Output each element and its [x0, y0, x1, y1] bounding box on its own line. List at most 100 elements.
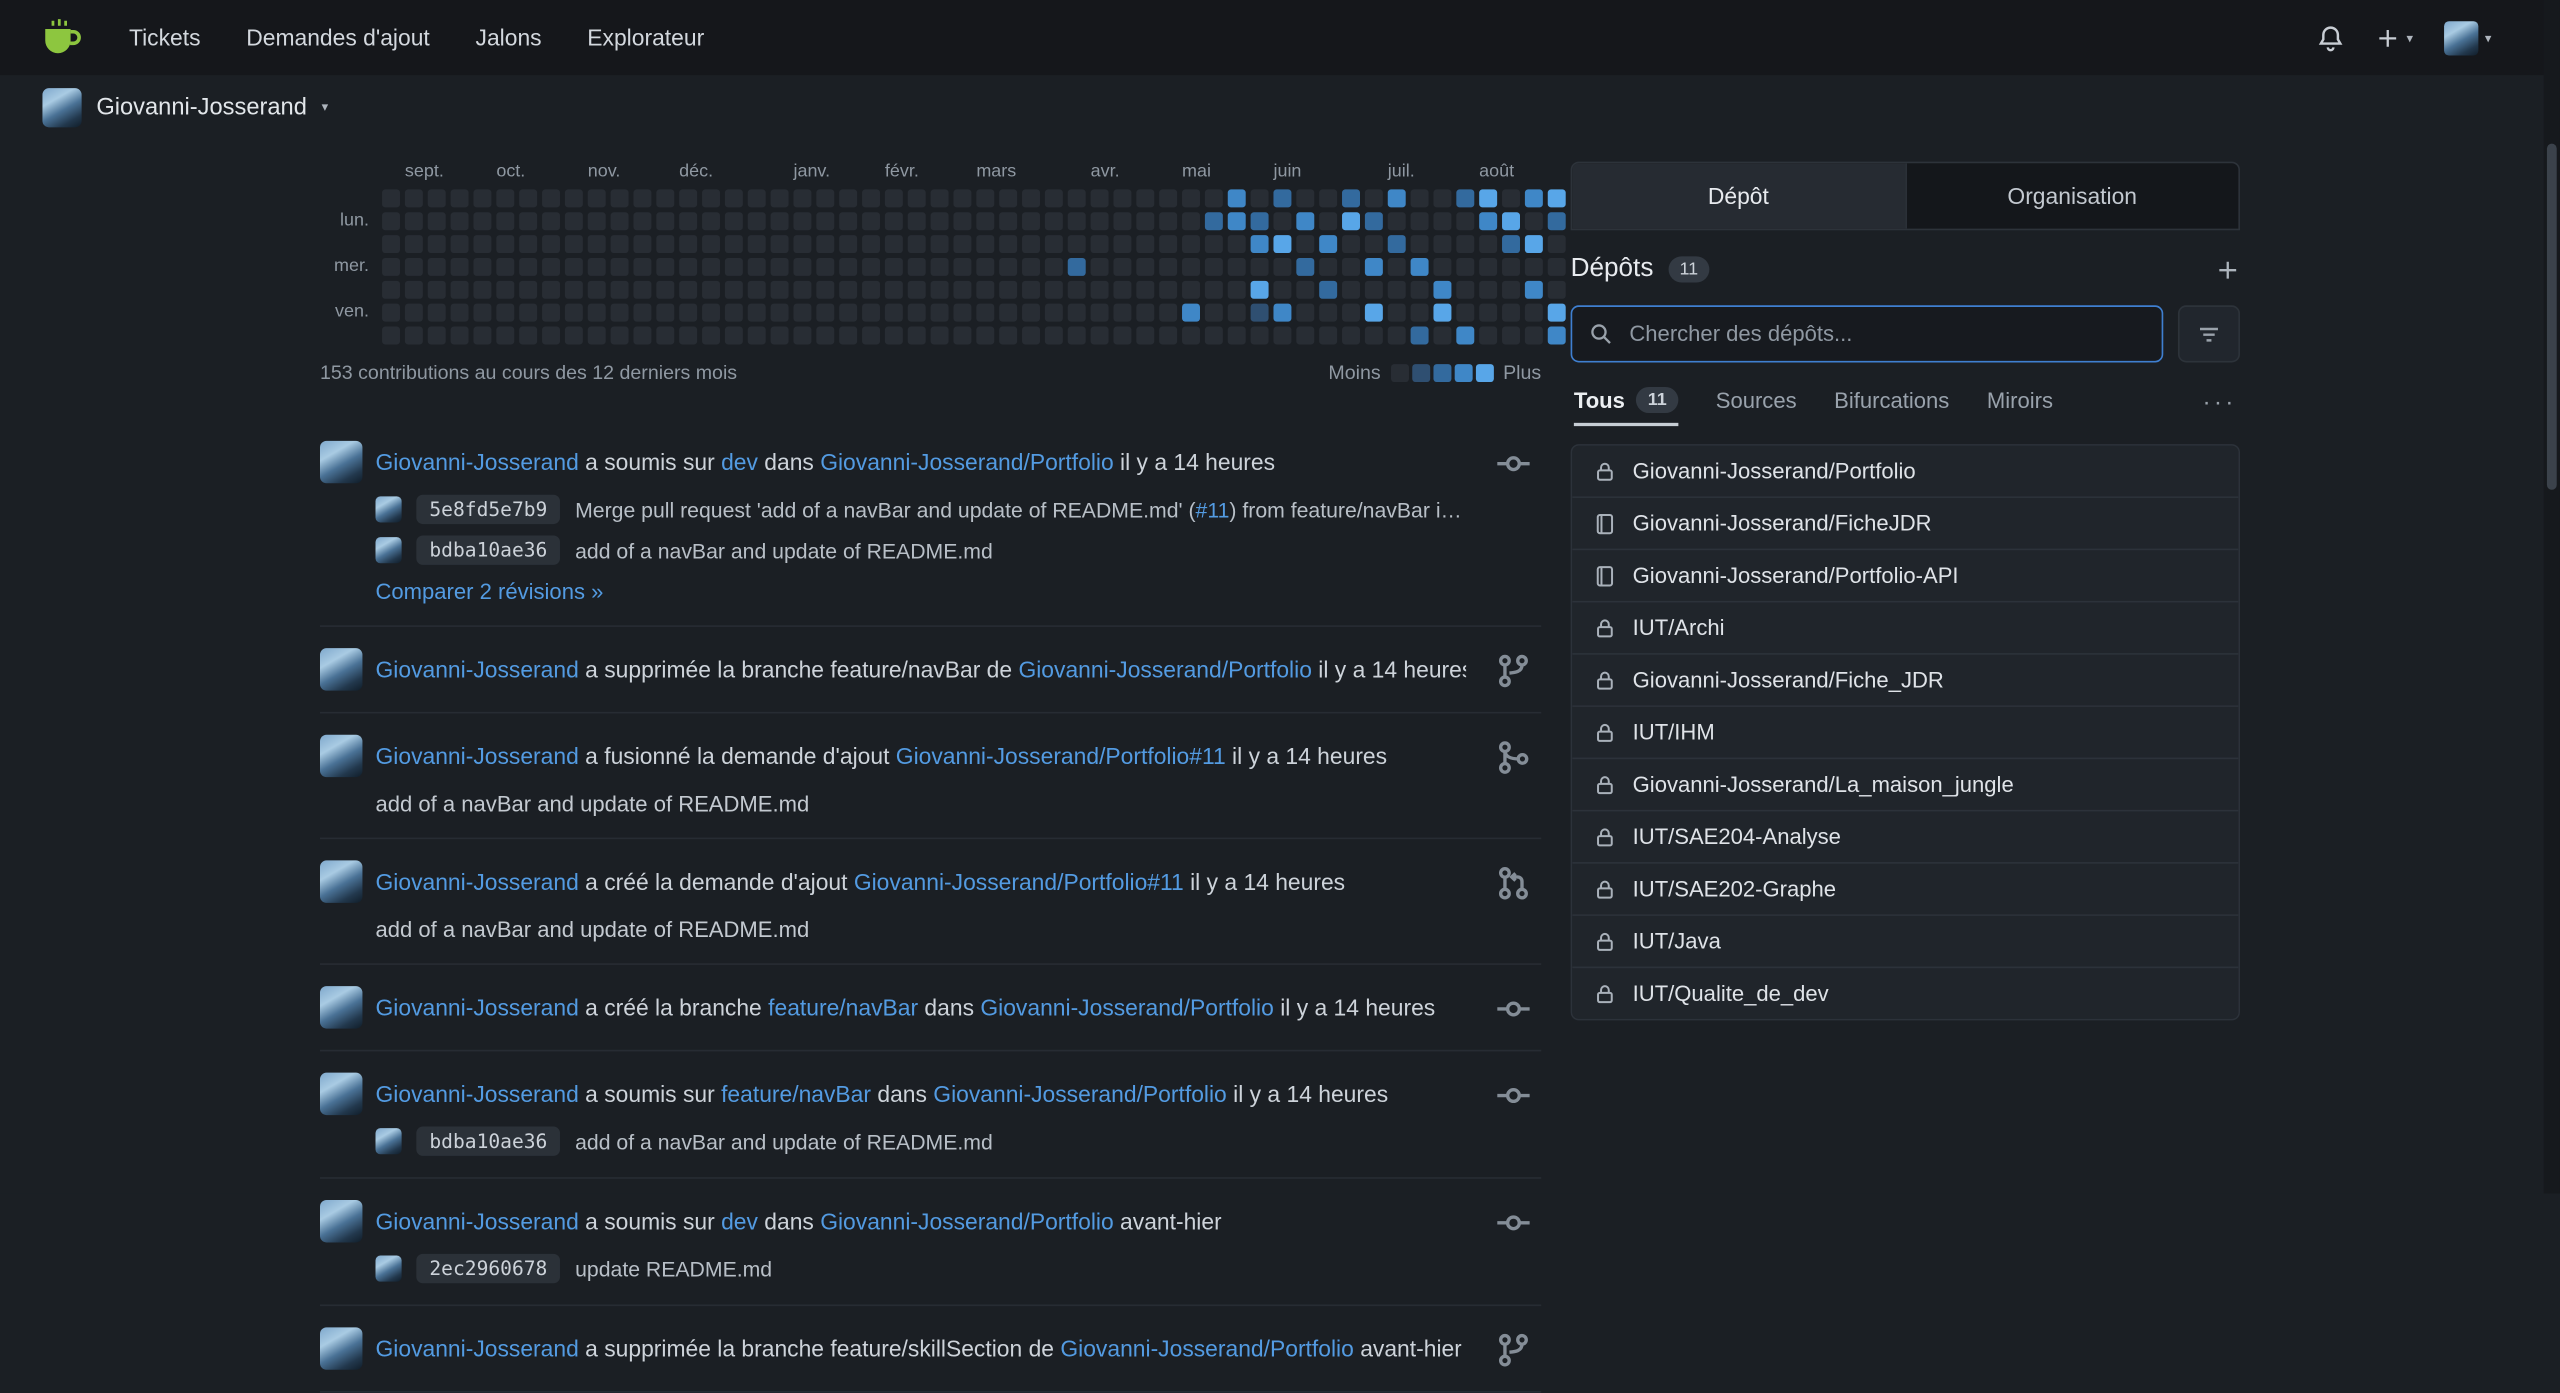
inline-link[interactable]: Giovanni-Josserand [376, 869, 579, 895]
heatmap-cell[interactable] [862, 258, 880, 276]
heatmap-cell[interactable] [473, 189, 491, 207]
heatmap-cell[interactable] [1433, 189, 1451, 207]
heatmap-cell[interactable] [496, 189, 514, 207]
heatmap-cell[interactable] [1045, 327, 1063, 345]
heatmap-cell[interactable] [1388, 258, 1406, 276]
heatmap-cell[interactable] [1502, 258, 1520, 276]
filter-tab-forks[interactable]: Bifurcations [1834, 388, 1949, 426]
heatmap-cell[interactable] [862, 235, 880, 253]
heatmap-cell[interactable] [725, 212, 743, 230]
actor-avatar[interactable] [320, 986, 362, 1028]
committer-avatar[interactable] [376, 1128, 402, 1154]
repo-list-item[interactable]: IUT/Archi [1572, 601, 2238, 653]
heatmap-cell[interactable] [1068, 235, 1086, 253]
heatmap-cell[interactable] [748, 235, 766, 253]
heatmap-cell[interactable] [862, 212, 880, 230]
heatmap-cell[interactable] [588, 258, 606, 276]
heatmap-cell[interactable] [931, 258, 949, 276]
heatmap-cell[interactable] [473, 327, 491, 345]
heatmap-cell[interactable] [1022, 281, 1040, 299]
heatmap-cell[interactable] [1022, 212, 1040, 230]
heatmap-cell[interactable] [1113, 281, 1131, 299]
heatmap-cell[interactable] [953, 189, 971, 207]
heatmap-cell[interactable] [611, 327, 629, 345]
inline-link[interactable]: dev [721, 1208, 758, 1234]
inline-link[interactable]: Giovanni-Josserand [376, 1336, 579, 1362]
heatmap-cell[interactable] [862, 327, 880, 345]
heatmap-cell[interactable] [931, 327, 949, 345]
gitea-logo-icon[interactable] [39, 16, 83, 60]
heatmap-cell[interactable] [1273, 281, 1291, 299]
heatmap-cell[interactable] [999, 235, 1017, 253]
heatmap-cell[interactable] [999, 304, 1017, 322]
chevron-down-icon[interactable]: ▾ [322, 100, 329, 115]
actor-avatar[interactable] [320, 1327, 362, 1369]
heatmap-cell[interactable] [565, 258, 583, 276]
heatmap-cell[interactable] [611, 304, 629, 322]
heatmap-cell[interactable] [1479, 258, 1497, 276]
filter-tab-all[interactable]: Tous 11 [1574, 387, 1678, 426]
heatmap-cell[interactable] [1548, 304, 1566, 322]
heatmap-cell[interactable] [1228, 258, 1246, 276]
heatmap-cell[interactable] [1525, 258, 1543, 276]
inline-link[interactable]: dev [721, 449, 758, 475]
notifications-button[interactable] [2317, 24, 2345, 52]
scrollbar-thumb[interactable] [2547, 144, 2557, 490]
inline-link[interactable]: Giovanni-Josserand/Portfolio [820, 449, 1113, 475]
heatmap-cell[interactable] [405, 327, 423, 345]
heatmap-cell[interactable] [885, 304, 903, 322]
heatmap-cell[interactable] [1273, 258, 1291, 276]
heatmap-cell[interactable] [1456, 235, 1474, 253]
heatmap-cell[interactable] [1068, 304, 1086, 322]
heatmap-cell[interactable] [931, 304, 949, 322]
heatmap-cell[interactable] [542, 304, 560, 322]
heatmap-cell[interactable] [862, 304, 880, 322]
nav-link-tickets[interactable]: Tickets [106, 0, 223, 75]
heatmap-cell[interactable] [1091, 189, 1109, 207]
heatmap-cell[interactable] [428, 212, 446, 230]
heatmap-cell[interactable] [588, 235, 606, 253]
heatmap-cell[interactable] [1342, 281, 1360, 299]
heatmap-cell[interactable] [793, 304, 811, 322]
heatmap-cell[interactable] [633, 327, 651, 345]
heatmap-cell[interactable] [679, 235, 697, 253]
heatmap-cell[interactable] [702, 212, 720, 230]
heatmap-cell[interactable] [542, 281, 560, 299]
tab-repository[interactable]: Dépôt [1572, 163, 1904, 228]
heatmap-cell[interactable] [999, 212, 1017, 230]
heatmap-cell[interactable] [1136, 327, 1154, 345]
repo-list-item[interactable]: IUT/IHM [1572, 705, 2238, 757]
heatmap-cell[interactable] [1411, 258, 1429, 276]
heatmap-cell[interactable] [1548, 189, 1566, 207]
heatmap-cell[interactable] [771, 281, 789, 299]
heatmap-cell[interactable] [1205, 235, 1223, 253]
heatmap-cell[interactable] [519, 304, 537, 322]
heatmap-cell[interactable] [976, 235, 994, 253]
inline-link[interactable]: Giovanni-Josserand/Portfolio [1018, 656, 1311, 682]
heatmap-cell[interactable] [748, 304, 766, 322]
heatmap-cell[interactable] [1433, 304, 1451, 322]
heatmap-cell[interactable] [1411, 327, 1429, 345]
heatmap-cell[interactable] [725, 235, 743, 253]
heatmap-cell[interactable] [725, 281, 743, 299]
heatmap-cell[interactable] [1296, 281, 1314, 299]
heatmap-cell[interactable] [1045, 189, 1063, 207]
heatmap-cell[interactable] [633, 258, 651, 276]
heatmap-cell[interactable] [816, 212, 834, 230]
heatmap-cell[interactable] [1525, 189, 1543, 207]
heatmap-cell[interactable] [953, 235, 971, 253]
heatmap-cell[interactable] [496, 212, 514, 230]
heatmap-cell[interactable] [1205, 212, 1223, 230]
commit-hash[interactable]: bdba10ae36 [416, 536, 560, 565]
heatmap-cell[interactable] [1205, 258, 1223, 276]
heatmap-cell[interactable] [519, 258, 537, 276]
heatmap-cell[interactable] [1365, 304, 1383, 322]
heatmap-cell[interactable] [451, 327, 469, 345]
heatmap-cell[interactable] [999, 189, 1017, 207]
heatmap-cell[interactable] [1365, 327, 1383, 345]
heatmap-cell[interactable] [1456, 189, 1474, 207]
heatmap-cell[interactable] [1159, 304, 1177, 322]
heatmap-cell[interactable] [1388, 235, 1406, 253]
inline-link[interactable]: Giovanni-Josserand [376, 743, 579, 769]
heatmap-cell[interactable] [565, 281, 583, 299]
